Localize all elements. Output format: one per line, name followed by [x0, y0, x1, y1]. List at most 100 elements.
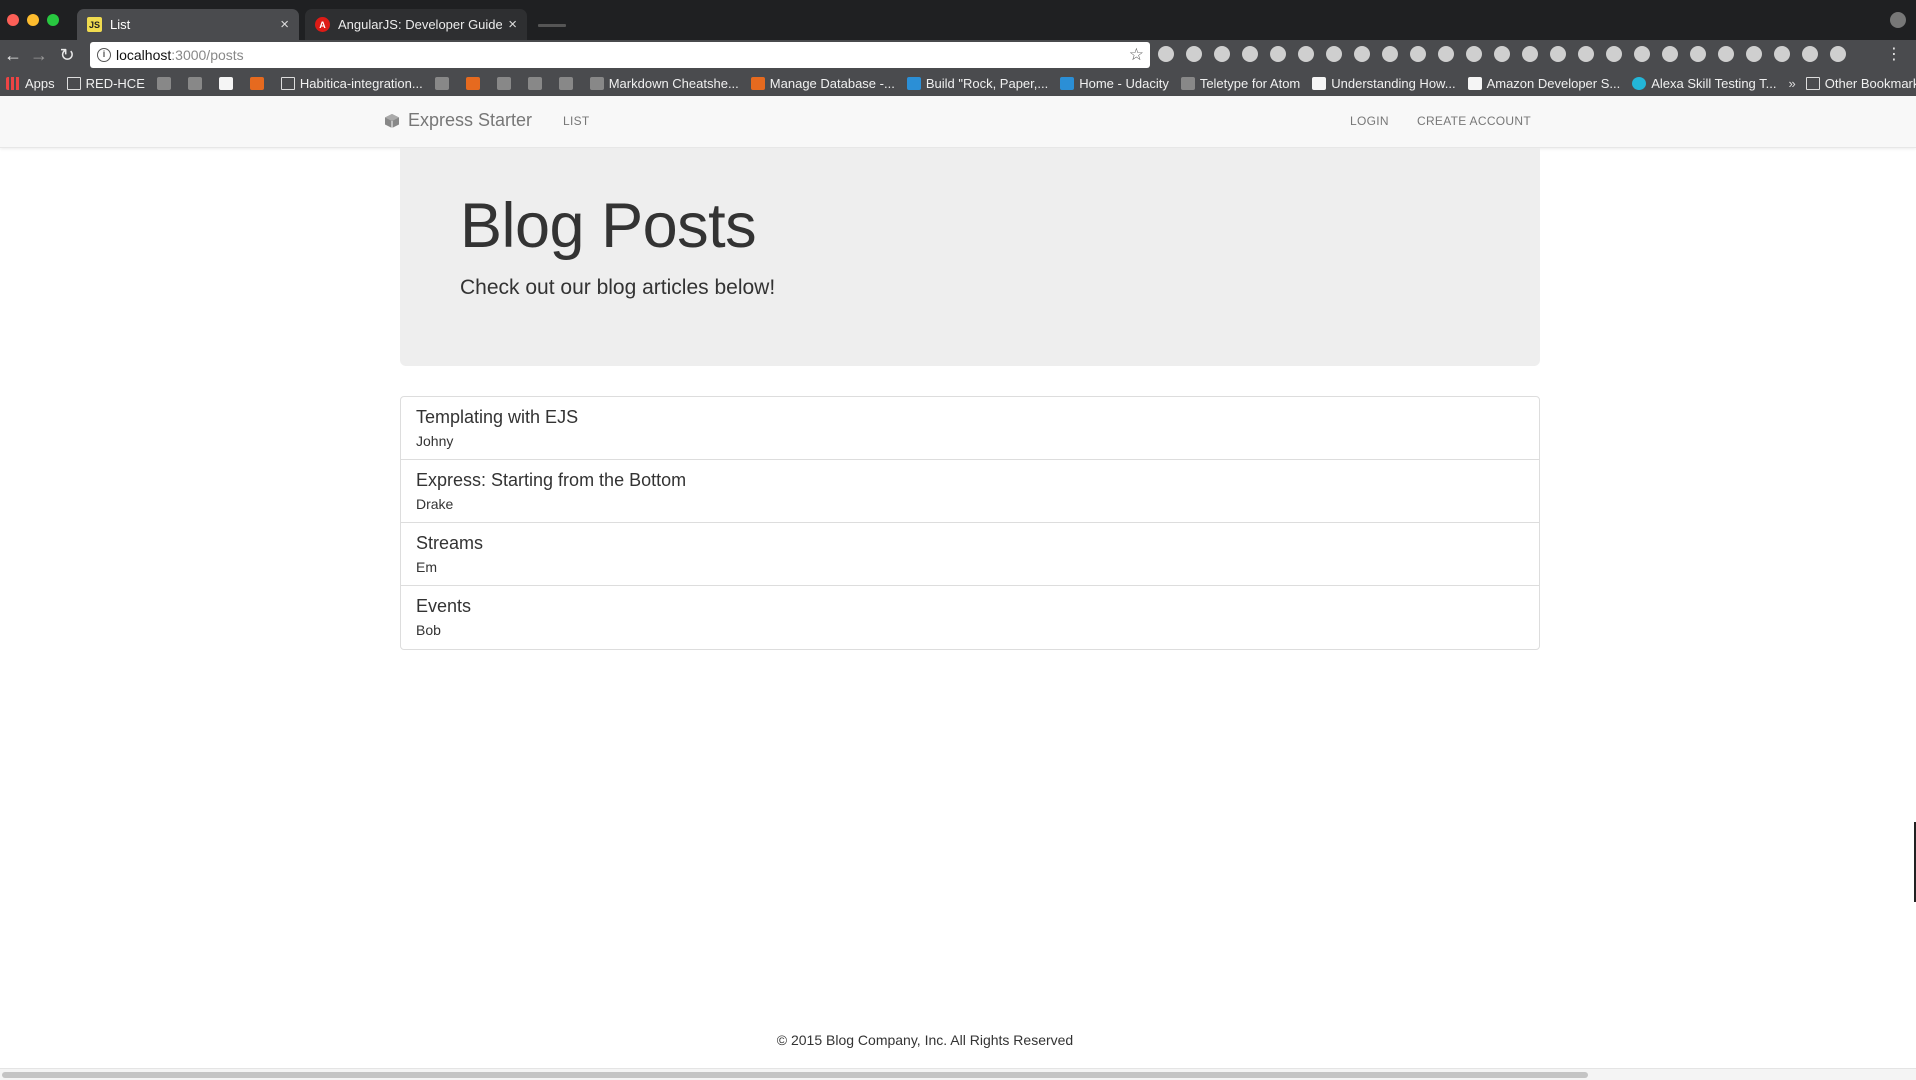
- tab-list[interactable]: JS List ×: [77, 9, 299, 40]
- bookmark-item[interactable]: Markdown Cheatshe...: [589, 76, 739, 91]
- extension-icon[interactable]: [1438, 46, 1454, 62]
- extension-icon[interactable]: [1466, 46, 1482, 62]
- extension-icon[interactable]: [1270, 46, 1286, 62]
- url-path: :3000/posts: [171, 47, 244, 63]
- minimize-window-button[interactable]: [27, 14, 39, 26]
- new-tab-button[interactable]: [538, 24, 566, 27]
- extension-icon[interactable]: [1746, 46, 1762, 62]
- circle-icon: [187, 76, 202, 90]
- extension-icon[interactable]: [1298, 46, 1314, 62]
- github-icon: [156, 76, 171, 90]
- menu-kebab-icon[interactable]: ⋮: [1886, 44, 1902, 64]
- back-arrow-icon[interactable]: ←: [2, 44, 24, 66]
- browser-toolbar: ← → ↻ i localhost:3000/posts ☆ ⋮: [0, 40, 1916, 70]
- forward-arrow-icon[interactable]: →: [28, 44, 50, 66]
- jumbotron: Blog Posts Check out our blog articles b…: [400, 148, 1540, 366]
- bookmark-item[interactable]: [249, 76, 269, 90]
- bookmark-item[interactable]: Habitica-integration...: [280, 76, 423, 91]
- bookmark-label: Manage Database -...: [769, 75, 895, 91]
- extension-icon[interactable]: [1662, 46, 1678, 62]
- profile-icon[interactable]: [1890, 12, 1906, 28]
- reload-icon[interactable]: ↻: [56, 44, 78, 66]
- bookmark-item[interactable]: [465, 76, 485, 90]
- close-tab-icon[interactable]: ×: [508, 16, 517, 33]
- bookmark-star-icon[interactable]: ☆: [1129, 42, 1144, 68]
- extension-icon[interactable]: [1830, 46, 1846, 62]
- extension-icon[interactable]: [1242, 46, 1258, 62]
- nav-link-login[interactable]: LOGIN: [1350, 114, 1389, 128]
- bookmark-item[interactable]: Apps: [6, 76, 55, 91]
- extension-icon[interactable]: [1718, 46, 1734, 62]
- extension-icon[interactable]: [1634, 46, 1650, 62]
- post-list: Templating with EJS Johny Express: Start…: [400, 396, 1540, 650]
- extension-icon[interactable]: [1410, 46, 1426, 62]
- r-icon: [465, 76, 480, 90]
- cube-icon: [385, 113, 399, 128]
- bookmark-item[interactable]: Amazon Developer S...: [1467, 75, 1621, 91]
- extension-icon[interactable]: [1326, 46, 1342, 62]
- amazon-icon: [1312, 76, 1327, 90]
- post-title: Events: [416, 596, 472, 616]
- other-bookmarks-folder[interactable]: Other Bookmarks: [1805, 76, 1916, 91]
- bookmark-item[interactable]: Manage Database -...: [750, 75, 895, 91]
- scrollbar-thumb[interactable]: [2, 1072, 1588, 1078]
- bookmark-item[interactable]: Teletype for Atom: [1180, 76, 1300, 91]
- extension-icon[interactable]: [1606, 46, 1622, 62]
- amazon-icon: [1467, 76, 1482, 90]
- extension-icon[interactable]: [1214, 46, 1230, 62]
- lock-icon: [218, 76, 233, 90]
- extension-icon[interactable]: [1578, 46, 1594, 62]
- post-item[interactable]: Express: Starting from the Bottom Drake: [401, 460, 1539, 523]
- post-title: Streams: [416, 533, 484, 553]
- more-bookmarks-chevron-icon[interactable]: »: [1789, 76, 1796, 91]
- extension-icon[interactable]: [1494, 46, 1510, 62]
- close-tab-icon[interactable]: ×: [280, 16, 289, 33]
- tab-angularjs-guide[interactable]: A AngularJS: Developer Guide: F ×: [305, 9, 527, 40]
- bookmark-item[interactable]: Understanding How...: [1312, 76, 1456, 91]
- bookmark-item[interactable]: [558, 76, 578, 90]
- post-item[interactable]: Streams Em: [401, 523, 1539, 586]
- post-item[interactable]: Events Bob: [401, 586, 1539, 649]
- extension-icon[interactable]: [1522, 46, 1538, 62]
- maximize-window-button[interactable]: [47, 14, 59, 26]
- angular-icon: A: [315, 17, 330, 32]
- bookmark-item[interactable]: [218, 76, 238, 90]
- extension-icon[interactable]: [1802, 46, 1818, 62]
- extension-icon[interactable]: [1158, 46, 1174, 62]
- js-icon: JS: [87, 17, 102, 32]
- bookmark-item[interactable]: Alexa Skill Testing T...: [1632, 76, 1777, 91]
- extension-icon[interactable]: [1186, 46, 1202, 62]
- bookmark-item[interactable]: [187, 76, 207, 90]
- post-author: Bob: [416, 622, 441, 638]
- post-title: Templating with EJS: [416, 407, 579, 427]
- extension-icon[interactable]: [1382, 46, 1398, 62]
- post-author: Em: [416, 559, 437, 575]
- bookmark-label: Amazon Developer S...: [1486, 75, 1621, 91]
- extension-icon[interactable]: [1690, 46, 1706, 62]
- bookmark-item[interactable]: Home - Udacity: [1060, 76, 1169, 91]
- bookmark-label: Apps: [25, 75, 55, 91]
- nav-link-list[interactable]: LIST: [563, 114, 590, 128]
- page-subtitle: Check out our blog articles below!: [460, 276, 776, 299]
- nav-link-create-account[interactable]: CREATE ACCOUNT: [1417, 114, 1531, 128]
- extension-icon[interactable]: [1354, 46, 1370, 62]
- post-item[interactable]: Templating with EJS Johny: [401, 397, 1539, 460]
- info-icon[interactable]: i: [97, 48, 111, 62]
- bookmark-item[interactable]: [434, 76, 454, 90]
- extension-icon[interactable]: [1550, 46, 1566, 62]
- brand-link[interactable]: Express Starter: [384, 110, 532, 131]
- bookmark-item[interactable]: [156, 76, 176, 90]
- bookmark-item[interactable]: [496, 76, 516, 90]
- url-host: localhost: [116, 47, 172, 63]
- post-author: Drake: [416, 496, 454, 512]
- person-icon: [527, 76, 542, 90]
- tab-title: List: [110, 17, 131, 32]
- close-window-button[interactable]: [7, 14, 19, 26]
- bookmark-item[interactable]: RED-HCE: [66, 76, 145, 91]
- bookmark-item[interactable]: [527, 76, 547, 90]
- extension-icon[interactable]: [1774, 46, 1790, 62]
- horizontal-scrollbar[interactable]: [0, 1068, 1916, 1080]
- address-bar[interactable]: i localhost:3000/posts ☆: [90, 42, 1150, 68]
- bookmark-item[interactable]: Build "Rock, Paper,...: [906, 76, 1048, 91]
- stack-icon: [249, 76, 264, 90]
